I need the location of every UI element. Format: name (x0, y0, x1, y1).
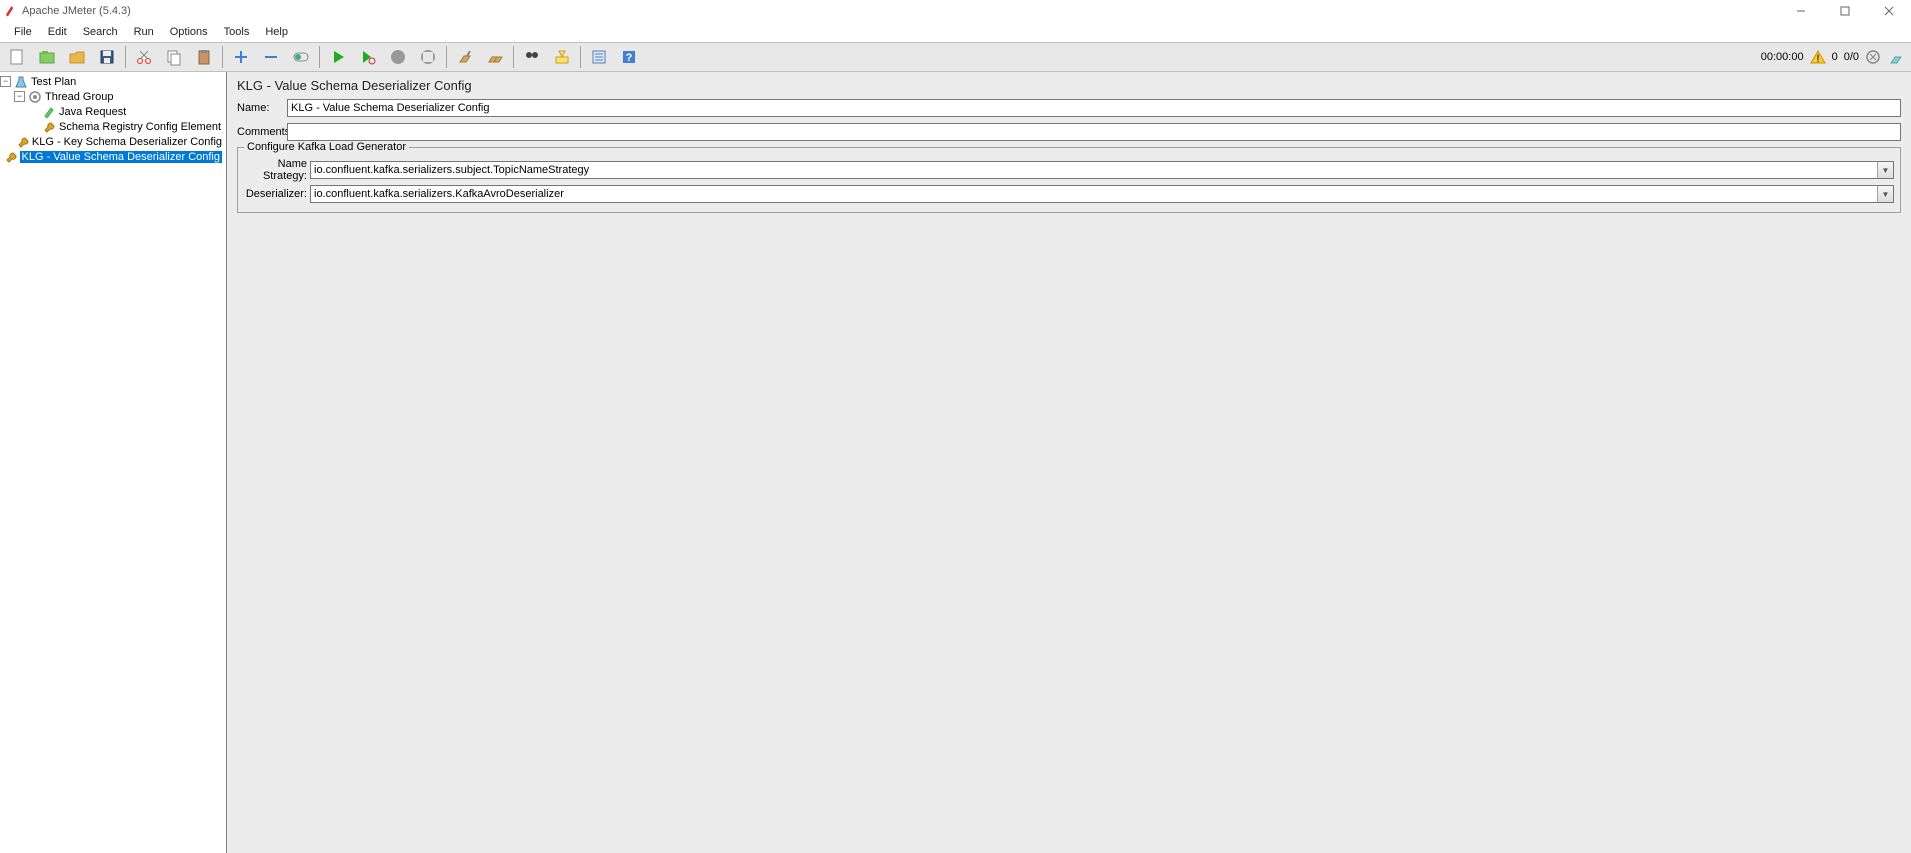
collapse-button[interactable] (257, 44, 285, 70)
name-strategy-label: Name Strategy: (244, 158, 310, 182)
gc-button[interactable] (1887, 49, 1903, 65)
titlebar: Apache JMeter (5.4.3) (0, 0, 1911, 22)
svg-text:?: ? (626, 52, 633, 64)
gear-icon (28, 90, 42, 104)
name-strategy-value: io.confluent.kafka.serializers.subject.T… (311, 164, 1877, 176)
editor-panel: KLG - Value Schema Deserializer Config N… (227, 72, 1911, 853)
toolbar: ? 00:00:00 ! 0 0/0 (0, 42, 1911, 72)
pencil-icon (42, 105, 56, 119)
clear-all-button[interactable] (481, 44, 509, 70)
menu-run[interactable]: Run (126, 24, 162, 40)
start-no-timers-button[interactable] (354, 44, 382, 70)
tree-toggle-icon[interactable]: − (0, 76, 11, 87)
comments-label: Comments: (237, 126, 287, 138)
deserializer-value: io.confluent.kafka.serializers.KafkaAvro… (311, 188, 1877, 200)
search-tree-button[interactable] (518, 44, 546, 70)
tree-root[interactable]: − Test Plan (0, 74, 226, 89)
fieldset-legend: Configure Kafka Load Generator (244, 141, 409, 153)
toggle-button[interactable] (287, 44, 315, 70)
menu-file[interactable]: File (6, 24, 40, 40)
clear-button[interactable] (451, 44, 479, 70)
toggle-log-button[interactable] (585, 44, 613, 70)
wrench-icon (5, 150, 17, 164)
status-elapsed-time: 00:00:00 (1761, 51, 1804, 63)
menu-search[interactable]: Search (75, 24, 126, 40)
menu-edit[interactable]: Edit (40, 24, 75, 40)
minimize-button[interactable] (1783, 0, 1819, 22)
start-button[interactable] (324, 44, 352, 70)
chevron-down-icon[interactable]: ▼ (1877, 186, 1893, 202)
save-button[interactable] (93, 44, 121, 70)
new-button[interactable] (3, 44, 31, 70)
close-button[interactable] (1871, 0, 1907, 22)
wrench-icon (42, 120, 56, 134)
tree-toggle-icon[interactable]: − (14, 91, 25, 102)
window-title: Apache JMeter (5.4.3) (22, 5, 131, 17)
tree-item-klg-key[interactable]: KLG - Key Schema Deserializer Config (0, 134, 226, 149)
svg-text:!: ! (1816, 53, 1819, 65)
panel-title: KLG - Value Schema Deserializer Config (237, 78, 1901, 93)
tree-item-java-request[interactable]: Java Request (0, 104, 226, 119)
menu-help[interactable]: Help (257, 24, 296, 40)
shutdown-button[interactable] (414, 44, 442, 70)
menubar: File Edit Search Run Options Tools Help (0, 22, 1911, 42)
flask-icon (14, 75, 28, 89)
warning-count: 0 (1832, 51, 1838, 63)
deserializer-combo[interactable]: io.confluent.kafka.serializers.KafkaAvro… (310, 185, 1894, 203)
maximize-button[interactable] (1827, 0, 1863, 22)
name-strategy-combo[interactable]: io.confluent.kafka.serializers.subject.T… (310, 161, 1894, 179)
tree-item-klg-value[interactable]: KLG - Value Schema Deserializer Config (0, 149, 226, 164)
wrench-icon (17, 135, 29, 149)
tree-item-schema-registry[interactable]: Schema Registry Config Element (0, 119, 226, 134)
help-button[interactable]: ? (615, 44, 643, 70)
open-button[interactable] (63, 44, 91, 70)
kafka-fieldset: Configure Kafka Load Generator Name Stra… (237, 147, 1901, 213)
copy-button[interactable] (160, 44, 188, 70)
menu-tools[interactable]: Tools (216, 24, 258, 40)
tree-thread-group[interactable]: − Thread Group (0, 89, 226, 104)
warning-icon[interactable]: ! (1810, 49, 1826, 65)
app-icon (4, 5, 16, 17)
expand-button[interactable] (227, 44, 255, 70)
function-helper-button[interactable] (548, 44, 576, 70)
name-label: Name: (237, 102, 287, 114)
stop-button[interactable] (384, 44, 412, 70)
paste-button[interactable] (190, 44, 218, 70)
cut-button[interactable] (130, 44, 158, 70)
thread-count: 0/0 (1844, 51, 1859, 63)
chevron-down-icon[interactable]: ▼ (1877, 162, 1893, 178)
menu-options[interactable]: Options (162, 24, 216, 40)
name-input[interactable] (287, 99, 1901, 117)
save-before-button[interactable] (1865, 49, 1881, 65)
comments-input[interactable] (287, 123, 1901, 141)
tree-panel[interactable]: − Test Plan − Thread Group Java Request … (0, 72, 227, 853)
deserializer-label: Deserializer: (244, 188, 310, 200)
templates-button[interactable] (33, 44, 61, 70)
